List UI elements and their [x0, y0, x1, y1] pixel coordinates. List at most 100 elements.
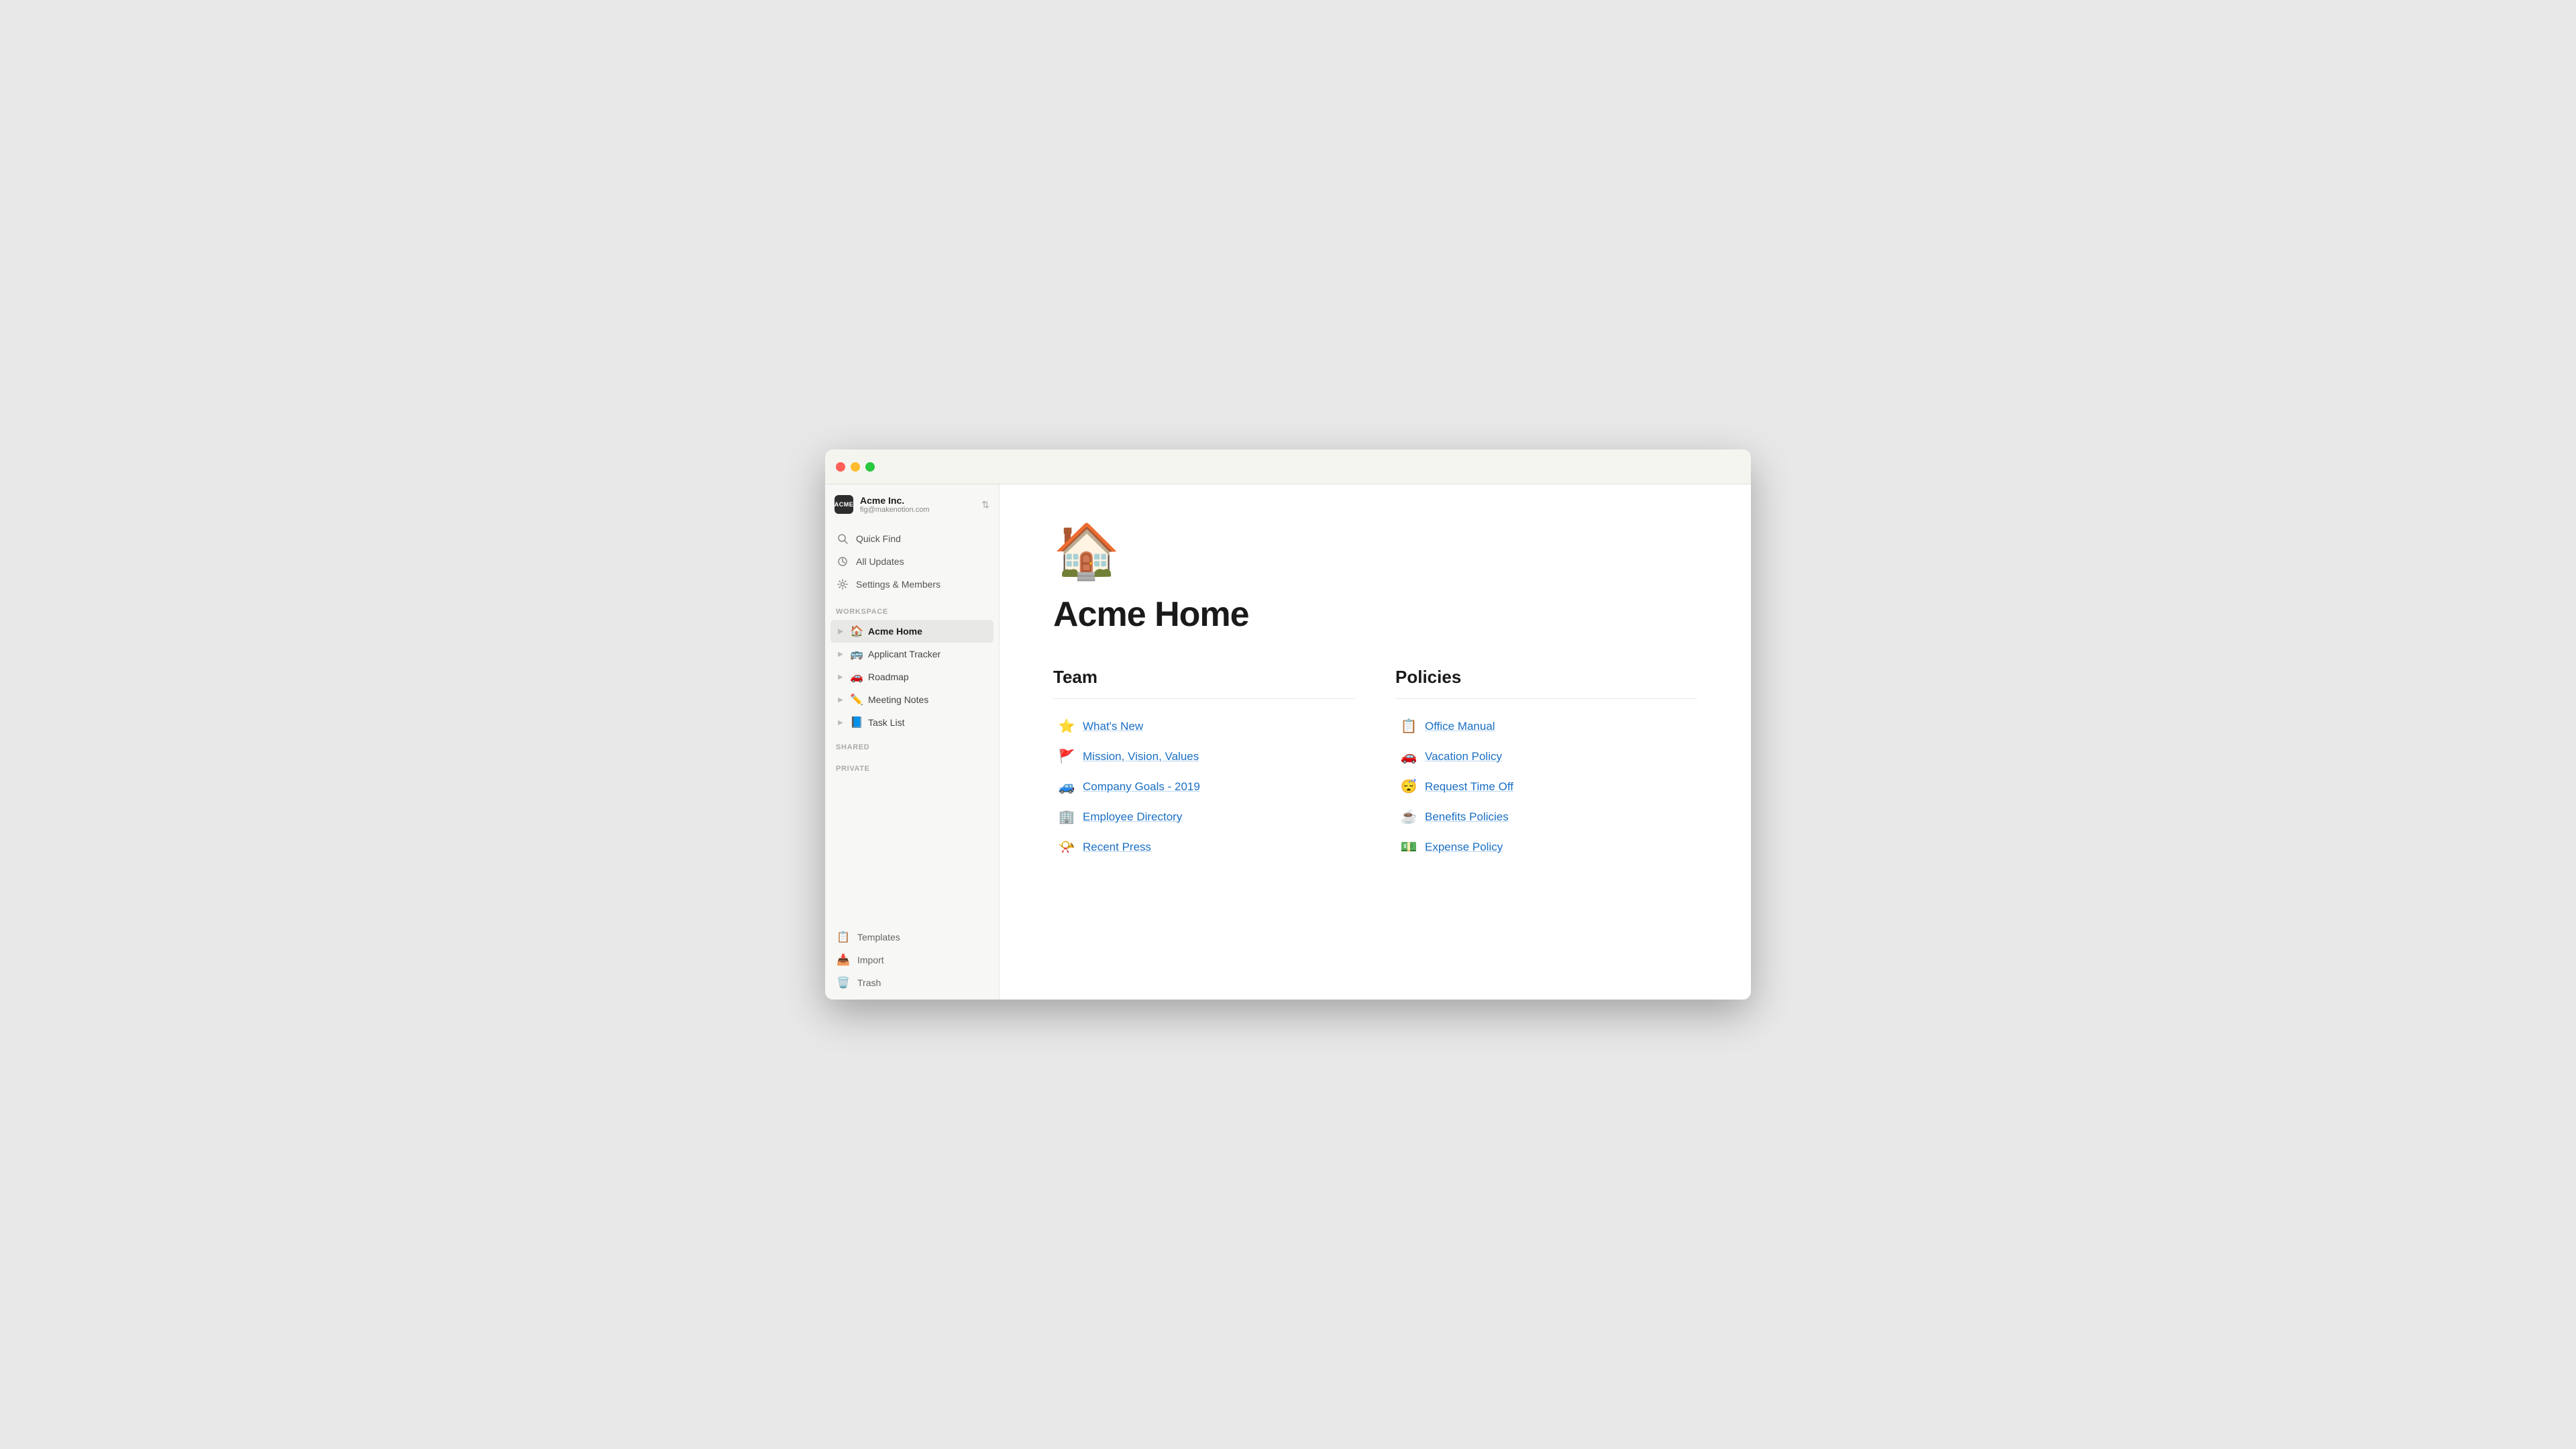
link-vacation-policy[interactable]: 🚗 Vacation Policy: [1395, 743, 1697, 770]
policies-column-title: Policies: [1395, 667, 1697, 688]
request-time-off-text: Request Time Off: [1425, 780, 1513, 794]
private-section-label: PRIVATE: [825, 755, 999, 777]
team-divider: [1053, 698, 1355, 699]
main-content: 🏠 Acme Home Team ⭐ What's New 🚩 Missio: [1000, 484, 1751, 1000]
office-manual-emoji: 📋: [1399, 718, 1418, 735]
templates-icon: 📋: [836, 930, 851, 944]
company-goals-emoji: 🚙: [1057, 778, 1076, 795]
nav-emoji-acme-home: 🏠: [849, 625, 864, 638]
benefits-policies-text: Benefits Policies: [1425, 810, 1509, 824]
maximize-button[interactable]: [865, 462, 875, 472]
settings-label: Settings & Members: [856, 579, 941, 590]
nav-label-meeting-notes: Meeting Notes: [868, 694, 988, 705]
link-expense-policy[interactable]: 💵 Expense Policy: [1395, 833, 1697, 861]
templates-label: Templates: [857, 932, 900, 943]
request-time-off-emoji: 😴: [1399, 778, 1418, 795]
content-grid: Team ⭐ What's New 🚩 Mission, Vision, Val…: [1053, 667, 1697, 861]
workspace-text: Acme Inc. fig@makenotion.com: [860, 495, 930, 514]
nav-emoji-applicant-tracker: 🚌: [849, 647, 864, 661]
workspace-info: ACME Acme Inc. fig@makenotion.com: [835, 495, 930, 514]
whats-new-emoji: ⭐: [1057, 718, 1076, 735]
chevron-right-icon: ▶: [836, 719, 845, 727]
vacation-policy-emoji: 🚗: [1399, 748, 1418, 765]
link-company-goals[interactable]: 🚙 Company Goals - 2019: [1053, 773, 1355, 800]
team-column-title: Team: [1053, 667, 1355, 688]
vacation-policy-text: Vacation Policy: [1425, 750, 1502, 763]
company-goals-text: Company Goals - 2019: [1083, 780, 1200, 794]
nav-item-meeting-notes[interactable]: ▶ ✏️ Meeting Notes: [830, 688, 994, 711]
workspace-nav: ▶ 🏠 Acme Home ▶ 🚌 Applicant Tracker ▶ 🚗 …: [825, 620, 999, 734]
trash-label: Trash: [857, 977, 881, 988]
office-manual-text: Office Manual: [1425, 720, 1495, 733]
sidebar-bottom: 📋 Templates 📥 Import 🗑️ Trash: [825, 920, 999, 1000]
nav-item-roadmap[interactable]: ▶ 🚗 Roadmap: [830, 665, 994, 688]
minimize-button[interactable]: [851, 462, 860, 472]
shared-section-label: SHARED: [825, 734, 999, 755]
nav-label-applicant-tracker: Applicant Tracker: [868, 649, 988, 659]
link-request-time-off[interactable]: 😴 Request Time Off: [1395, 773, 1697, 800]
all-updates-item[interactable]: All Updates: [830, 550, 994, 573]
nav-item-acme-home[interactable]: ▶ 🏠 Acme Home: [830, 620, 994, 643]
page-title: Acme Home: [1053, 594, 1697, 635]
link-office-manual[interactable]: 📋 Office Manual: [1395, 712, 1697, 740]
workspace-email: fig@makenotion.com: [860, 506, 930, 514]
link-mission-vision[interactable]: 🚩 Mission, Vision, Values: [1053, 743, 1355, 770]
link-whats-new[interactable]: ⭐ What's New: [1053, 712, 1355, 740]
nav-item-applicant-tracker[interactable]: ▶ 🚌 Applicant Tracker: [830, 643, 994, 665]
close-button[interactable]: [836, 462, 845, 472]
expense-policy-emoji: 💵: [1399, 839, 1418, 855]
link-recent-press[interactable]: 📯 Recent Press: [1053, 833, 1355, 861]
trash-icon: 🗑️: [836, 976, 851, 989]
chevron-right-icon: ▶: [836, 674, 845, 681]
sidebar: ACME Acme Inc. fig@makenotion.com ⇅: [825, 484, 1000, 1000]
nav-emoji-task-list: 📘: [849, 716, 864, 729]
titlebar: [825, 449, 1751, 484]
policies-column: Policies 📋 Office Manual 🚗 Vacation Poli…: [1395, 667, 1697, 861]
nav-label-roadmap: Roadmap: [868, 672, 988, 682]
link-benefits-policies[interactable]: ☕ Benefits Policies: [1395, 803, 1697, 830]
workspace-name: Acme Inc.: [860, 495, 930, 506]
chevron-right-icon: ▶: [836, 696, 845, 704]
page-icon: 🏠: [1053, 525, 1697, 578]
mission-vision-text: Mission, Vision, Values: [1083, 750, 1199, 763]
link-employee-directory[interactable]: 🏢 Employee Directory: [1053, 803, 1355, 830]
nav-label-task-list: Task List: [868, 717, 988, 728]
all-updates-label: All Updates: [856, 556, 904, 567]
recent-press-emoji: 📯: [1057, 839, 1076, 855]
app-window: ACME Acme Inc. fig@makenotion.com ⇅: [825, 449, 1751, 1000]
quick-find-item[interactable]: Quick Find: [830, 527, 994, 550]
workspace-header[interactable]: ACME Acme Inc. fig@makenotion.com ⇅: [825, 484, 999, 525]
quick-find-label: Quick Find: [856, 533, 901, 544]
nav-label-acme-home: Acme Home: [868, 626, 988, 637]
nav-item-task-list[interactable]: ▶ 📘 Task List: [830, 711, 994, 734]
import-icon: 📥: [836, 953, 851, 967]
chevron-right-icon: ▶: [836, 651, 845, 658]
templates-item[interactable]: 📋 Templates: [830, 926, 994, 949]
policies-divider: [1395, 698, 1697, 699]
recent-press-text: Recent Press: [1083, 841, 1151, 854]
import-item[interactable]: 📥 Import: [830, 949, 994, 971]
expense-policy-text: Expense Policy: [1425, 841, 1503, 854]
traffic-lights: [836, 462, 875, 472]
workspace-chevron-icon: ⇅: [981, 499, 989, 511]
chevron-right-icon: ▶: [836, 628, 845, 635]
settings-item[interactable]: Settings & Members: [830, 573, 994, 596]
nav-emoji-roadmap: 🚗: [849, 670, 864, 684]
employee-directory-text: Employee Directory: [1083, 810, 1182, 824]
sidebar-actions: Quick Find All Updates: [825, 525, 999, 598]
nav-emoji-meeting-notes: ✏️: [849, 693, 864, 706]
team-link-list: ⭐ What's New 🚩 Mission, Vision, Values 🚙…: [1053, 712, 1355, 861]
team-column: Team ⭐ What's New 🚩 Mission, Vision, Val…: [1053, 667, 1355, 861]
workspace-section-label: WORKSPACE: [825, 598, 999, 620]
trash-item[interactable]: 🗑️ Trash: [830, 971, 994, 994]
import-label: Import: [857, 955, 884, 965]
whats-new-text: What's New: [1083, 720, 1143, 733]
search-icon: [836, 532, 849, 545]
policies-link-list: 📋 Office Manual 🚗 Vacation Policy 😴 Requ…: [1395, 712, 1697, 861]
benefits-policies-emoji: ☕: [1399, 808, 1418, 825]
workspace-logo: ACME: [835, 495, 853, 514]
gear-icon: [836, 578, 849, 591]
app-body: ACME Acme Inc. fig@makenotion.com ⇅: [825, 484, 1751, 1000]
clock-icon: [836, 555, 849, 568]
mission-vision-emoji: 🚩: [1057, 748, 1076, 765]
